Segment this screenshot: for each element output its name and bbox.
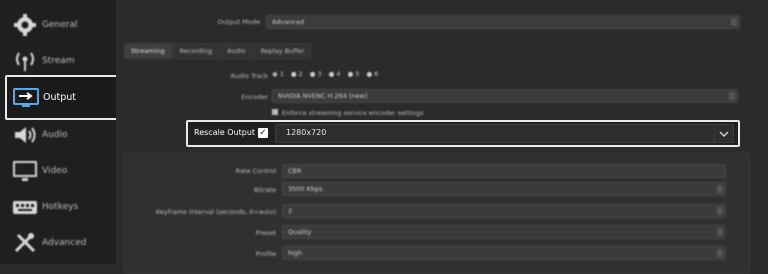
output-mode-select[interactable]: Advanced — [266, 15, 740, 29]
audio-track-label: Audio Track — [230, 72, 268, 80]
keyframe-value: 2 — [288, 207, 293, 215]
settings-sidebar: General Stream Output Audio Video Hotkey… — [0, 0, 119, 264]
audio-track-radios: ◉ 1 ● 2 ● 3 ● 4 ● 5 ● 6 — [272, 70, 378, 78]
sidebar-item-advanced[interactable]: Advanced — [0, 224, 116, 262]
sidebar-item-label: Hotkeys — [42, 202, 79, 212]
chevron-updown-icon — [717, 249, 723, 257]
bitrate-label: Bitrate — [253, 186, 276, 194]
sidebar-item-hotkeys[interactable]: Hotkeys — [0, 188, 116, 226]
enforce-checkbox-row[interactable]: Enforce streaming service encoder settin… — [272, 109, 423, 117]
encoder-select[interactable]: NVIDIA NVENC H.264 (new) — [272, 89, 738, 103]
audio-track-3[interactable]: ● 3 — [310, 70, 322, 78]
preset-select[interactable]: Quality — [282, 225, 726, 239]
dropdown-button[interactable] — [714, 125, 733, 142]
keyboard-icon — [13, 201, 37, 214]
rescale-output-checkbox[interactable]: ✓ — [258, 128, 268, 138]
profile-select[interactable]: high — [282, 246, 726, 260]
audio-track-5[interactable]: ● 5 — [348, 70, 360, 78]
audio-track-1[interactable]: ◉ 1 — [272, 70, 284, 78]
enforce-checkbox[interactable] — [272, 109, 278, 115]
sidebar-item-video[interactable]: Video — [0, 152, 116, 190]
chevron-down-icon — [719, 130, 729, 137]
profile-value: high — [288, 249, 303, 257]
sidebar-item-label: General — [42, 20, 78, 30]
enforce-label: Enforce streaming service encoder settin… — [282, 109, 424, 117]
sidebar-item-output[interactable]: Output — [5, 75, 119, 120]
stepper-icon[interactable] — [717, 207, 723, 215]
rate-control-value: CBR — [288, 167, 302, 175]
sidebar-item-label: Output — [43, 92, 76, 103]
tab-streaming[interactable]: Streaming — [124, 43, 172, 59]
profile-label: Profile — [255, 250, 276, 258]
rescale-resolution-value: 1280x720 — [286, 128, 327, 137]
output-mode-label: Output Mode — [217, 18, 260, 26]
bitrate-value: 3500 Kbps — [288, 185, 323, 193]
sidebar-item-label: Video — [42, 166, 68, 176]
rescale-output-label: Rescale Output — [194, 128, 256, 137]
sidebar-item-general[interactable]: General — [0, 6, 116, 44]
rate-control-select[interactable]: CBR — [282, 164, 726, 178]
sidebar-item-audio[interactable]: Audio — [0, 116, 116, 154]
audio-track-4[interactable]: ● 4 — [329, 70, 341, 78]
output-mode-value: Advanced — [272, 18, 305, 26]
output-tabs: Streaming Recording Audio Replay Buffer — [124, 43, 312, 59]
keyframe-input[interactable]: 2 — [282, 204, 726, 218]
rescale-resolution-select[interactable]: 1280x720 — [275, 124, 734, 143]
chevron-updown-icon — [717, 228, 723, 236]
rescale-output-row: Rescale Output ✓ 1280x720 — [186, 120, 740, 147]
gear-icon — [14, 14, 36, 36]
preset-value: Quality — [288, 228, 312, 236]
monitor-icon — [13, 161, 37, 181]
keyframe-label: Keyframe Interval (seconds, 0=auto) — [155, 208, 276, 216]
tab-recording[interactable]: Recording — [172, 43, 220, 59]
tools-icon — [14, 233, 36, 253]
rate-control-label: Rate Control — [235, 167, 276, 175]
encoder-label: Encoder — [241, 93, 268, 101]
speaker-icon — [15, 127, 36, 143]
sidebar-item-label: Advanced — [42, 238, 87, 248]
preset-label: Preset — [255, 229, 276, 237]
audio-track-6[interactable]: ● 6 — [366, 70, 378, 78]
bitrate-input[interactable]: 3500 Kbps — [282, 182, 726, 196]
broadcast-icon — [16, 52, 34, 71]
stepper-icon[interactable] — [717, 185, 723, 193]
chevron-updown-icon — [731, 18, 737, 26]
audio-track-2[interactable]: ● 2 — [291, 70, 303, 78]
chevron-updown-icon — [729, 92, 735, 100]
tab-audio[interactable]: Audio — [220, 43, 253, 59]
tab-replay-buffer[interactable]: Replay Buffer — [253, 43, 312, 59]
output-monitor-icon — [13, 87, 39, 107]
sidebar-item-label: Audio — [42, 130, 68, 140]
sidebar-item-label: Stream — [42, 56, 75, 66]
encoder-value: NVIDIA NVENC H.264 (new) — [278, 92, 368, 100]
